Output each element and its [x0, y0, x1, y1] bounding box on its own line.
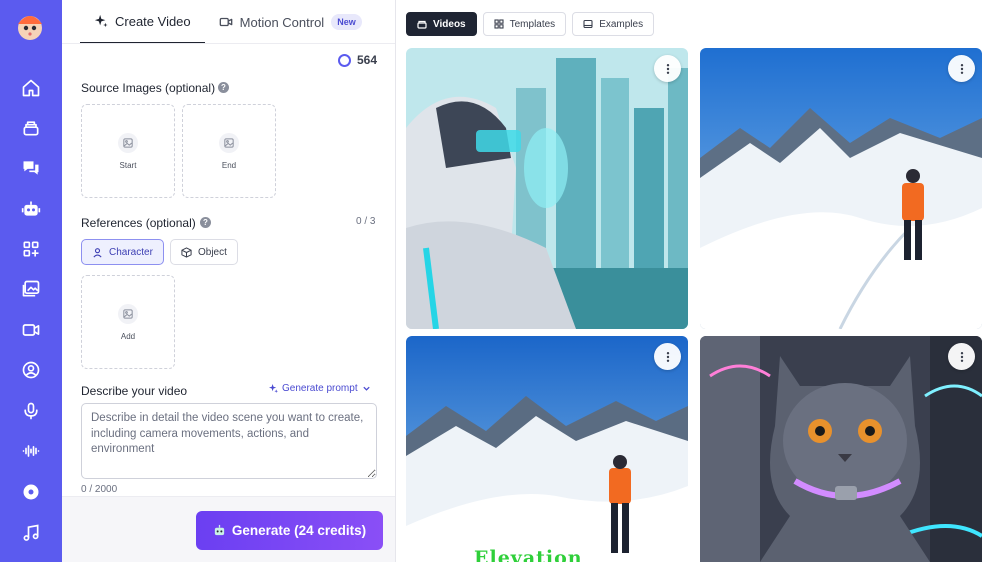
gallery: Videos Templates Examples Elevation [396, 0, 1000, 562]
tabs-divider [62, 43, 395, 44]
reference-object-button[interactable]: Object [170, 239, 238, 265]
card-menu-button[interactable] [948, 55, 975, 82]
object-label: Object [198, 246, 227, 258]
layers-icon [417, 20, 427, 29]
image-icon [583, 19, 593, 29]
references-label: References (optional) [81, 216, 196, 230]
logo-avatar-icon[interactable] [12, 8, 48, 44]
nav-robot[interactable] [0, 192, 62, 226]
thumbnail-cyber-cat [700, 336, 982, 562]
nav-microphone[interactable] [0, 394, 62, 428]
generate-button-label: Generate (24 credits) [231, 523, 367, 538]
card-menu-button[interactable] [948, 343, 975, 370]
home-icon [22, 79, 40, 97]
video-camera-icon [219, 17, 232, 27]
video-icon [22, 324, 40, 336]
video-overlay-caption: Elevation [474, 547, 583, 562]
nav-home[interactable] [0, 71, 62, 105]
credits-value: 564 [357, 53, 378, 67]
grid-icon [494, 19, 504, 29]
help-icon[interactable]: ? [200, 217, 211, 228]
image-icon [118, 303, 138, 324]
more-vertical-icon [960, 351, 963, 362]
nav-profile[interactable] [0, 353, 62, 387]
generate-button[interactable]: Generate (24 credits) [196, 511, 383, 550]
end-image-upload[interactable]: End [182, 104, 276, 198]
gallery-card-cat[interactable] [700, 336, 982, 562]
more-vertical-icon [666, 351, 669, 362]
layers-icon [23, 121, 39, 136]
cube-icon [181, 246, 192, 258]
gallery-tab-examples[interactable]: Examples [572, 12, 655, 36]
description-counter: 0 / 2000 [81, 484, 118, 495]
panel-tabs: Create Video Motion Control New [80, 0, 376, 44]
tab-create-video-label: Create Video [115, 13, 191, 29]
tab-create-video[interactable]: Create Video [80, 0, 205, 44]
card-menu-button[interactable] [654, 343, 681, 370]
nav-soundwave[interactable] [0, 434, 62, 468]
thumbnail-mountain-hiker [700, 48, 982, 329]
source-images-label: Source Images (optional) [81, 81, 216, 95]
gallery-tab-videos[interactable]: Videos [406, 12, 477, 36]
references-counter: 0 / 3 [356, 216, 376, 227]
reference-character-button[interactable]: Character [81, 239, 164, 265]
chevron-down-icon [362, 386, 370, 391]
soundwave-icon [22, 445, 40, 457]
nav-apps[interactable] [0, 232, 62, 266]
microphone-icon [24, 402, 38, 420]
gallery-tab-templates[interactable]: Templates [482, 12, 567, 36]
tab-motion-control[interactable]: Motion Control New [205, 0, 376, 44]
nav-video[interactable] [0, 313, 62, 347]
character-label: Character [109, 246, 153, 258]
new-badge: New [331, 14, 362, 30]
credits-ring-icon [338, 53, 351, 67]
sparkle-icon [269, 384, 278, 393]
person-icon [93, 247, 102, 257]
robot-icon [21, 201, 41, 216]
profile-icon [22, 361, 40, 379]
gallery-card-hiker-elevation[interactable]: Elevation [406, 336, 688, 562]
create-panel: Create Video Motion Control New 564 Sour… [62, 0, 396, 562]
describe-label: Describe your video [81, 384, 188, 398]
gallery-tabs: Videos Templates Examples [406, 12, 655, 36]
robot-icon [214, 524, 224, 536]
nav-music[interactable] [0, 516, 62, 550]
nav-layers[interactable] [0, 111, 62, 145]
nav-chat[interactable] [0, 151, 62, 185]
nav-disc[interactable] [0, 475, 62, 509]
add-label: Add [120, 331, 136, 341]
gallery-tab-templates-label: Templates [509, 18, 556, 30]
generate-prompt-button[interactable]: Generate prompt [269, 383, 371, 394]
nav-gallery[interactable] [0, 272, 62, 306]
tab-motion-control-label: Motion Control [239, 14, 325, 30]
gallery-tab-videos-label: Videos [433, 18, 466, 30]
generate-prompt-label: Generate prompt [282, 383, 358, 394]
start-label: Start [119, 160, 137, 170]
help-icon[interactable]: ? [218, 82, 229, 93]
apps-icon [23, 241, 39, 257]
credits-balance: 564 [338, 53, 377, 67]
image-icon [219, 132, 239, 153]
video-description-input[interactable] [81, 403, 377, 479]
end-label: End [221, 160, 237, 170]
chat-icon [23, 161, 39, 175]
image-icon [118, 132, 138, 153]
start-image-upload[interactable]: Start [81, 104, 175, 198]
more-vertical-icon [666, 63, 669, 74]
music-icon [23, 524, 39, 541]
thumbnail-mountain-hiker-elevation [406, 336, 688, 562]
left-rail [0, 0, 62, 562]
gallery-tab-examples-label: Examples [599, 18, 644, 30]
gallery-icon [22, 280, 40, 297]
thumbnail-futuristic-city [406, 48, 688, 329]
disc-icon [23, 484, 39, 500]
panel-footer: Generate (24 credits) [62, 496, 395, 562]
gallery-card-hiker[interactable] [700, 48, 982, 329]
card-menu-button[interactable] [654, 55, 681, 82]
add-reference-upload[interactable]: Add [81, 275, 175, 369]
more-vertical-icon [960, 63, 963, 74]
gallery-card-city[interactable] [406, 48, 688, 329]
sparkle-icon [94, 14, 108, 28]
